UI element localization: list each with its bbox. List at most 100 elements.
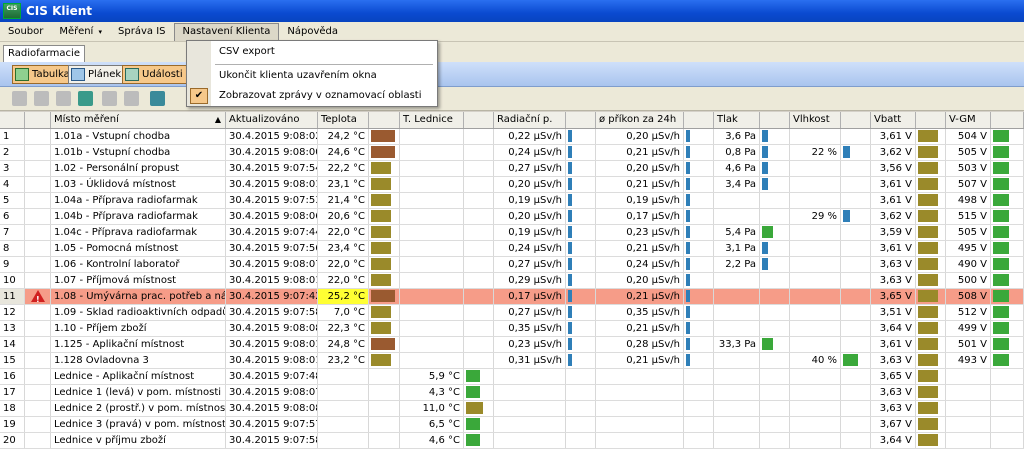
cell-vgm: 507 V [946, 177, 991, 192]
cell-dose-avg-bar [684, 337, 714, 352]
edit-icon[interactable] [34, 91, 49, 106]
table-row[interactable]: 16 Lednice - Aplikační místnost 30.4.2015 … [0, 369, 1024, 385]
menu-napoveda[interactable]: Nápověda [279, 23, 346, 41]
graph-icon[interactable] [150, 91, 165, 106]
table-row[interactable]: 19 Lednice 3 (pravá) v pom. místnosti 30.4… [0, 417, 1024, 433]
cell-vgm-bar [991, 337, 1024, 352]
header-t-lednice[interactable]: T. Lednice [400, 112, 464, 128]
menu-nastaveni-klienta[interactable]: Nastavení Klienta [173, 22, 280, 41]
header-teplota[interactable]: Teplota [318, 112, 369, 128]
cell-vbatt: 3,62 V [871, 209, 916, 224]
header-misto[interactable]: Místo měření ▲ [51, 112, 226, 128]
cell-dose-avg: 0,20 µSv/h [596, 129, 684, 144]
cell-fridge-temp-bar [464, 369, 494, 384]
cell-pressure-bar [760, 193, 790, 208]
forward-icon[interactable] [124, 91, 139, 106]
cell-vgm-bar [991, 241, 1024, 256]
cell-radiation-bar [566, 177, 596, 192]
add-icon[interactable] [12, 91, 27, 106]
cell-pressure [714, 369, 760, 384]
chevron-down-icon: ▾ [98, 27, 103, 36]
menuitem-zobrazovat-zpravy[interactable]: ✔ Zobrazovat zprávy v oznamovací oblasti [187, 86, 437, 106]
level-bar [371, 354, 391, 366]
cell-index: 18 [0, 401, 25, 416]
header-vbatt[interactable]: Vbatt [871, 112, 916, 128]
cell-fridge-temp-bar [464, 321, 494, 336]
table-row[interactable]: 13 1.10 - Příjem zboží 30.4.2015 9:08:08 22… [0, 321, 1024, 337]
cell-dose-avg-bar [684, 161, 714, 176]
menu-mereni[interactable]: Měření ▾ [51, 23, 110, 41]
view-planek-button[interactable]: Plánek [68, 65, 127, 84]
table-row[interactable]: 20 Lednice v příjmu zboží 30.4.2015 9:07:5… [0, 433, 1024, 449]
cell-place: 1.125 - Aplikační místnost [51, 337, 226, 352]
table-row[interactable]: 14 1.125 - Aplikační místnost 30.4.2015 9:… [0, 337, 1024, 353]
cell-temperature-bar [369, 193, 400, 208]
level-bar [371, 338, 395, 350]
table-row[interactable]: 12 1.09 - Sklad radioaktivních odpadů 30.4… [0, 305, 1024, 321]
delete-icon[interactable] [56, 91, 71, 106]
cell-fridge-temp [400, 193, 464, 208]
level-bar [843, 354, 858, 366]
header-aktualizovano[interactable]: Aktualizováno [226, 112, 318, 128]
cell-pressure-bar [760, 401, 790, 416]
header-tlak[interactable]: Tlak [714, 112, 760, 128]
cell-place: 1.01b - Vstupní chodba [51, 145, 226, 160]
table-row[interactable]: 8 1.05 - Pomocná místnost 30.4.2015 9:07:5… [0, 241, 1024, 257]
cell-vgm-bar [991, 273, 1024, 288]
level-bar [371, 210, 391, 222]
cell-dose-avg-bar [684, 321, 714, 336]
header-radiacni[interactable]: Radiační p. [494, 112, 566, 128]
table-row[interactable]: 11! 1.08 - Umývárna prac. potřeb a nást. 3… [0, 289, 1024, 305]
table-row[interactable]: 5 1.04a - Příprava radiofarmak 30.4.2015 9… [0, 193, 1024, 209]
header-vlhkost-bar [841, 112, 871, 128]
table-row[interactable]: 15 1.128 Ovladovna 3 30.4.2015 9:08:01 23,2… [0, 353, 1024, 369]
table-row[interactable]: 4 1.03 - Úklidová místnost 30.4.2015 9:08:… [0, 177, 1024, 193]
table-row[interactable]: 1 1.01a - Vstupní chodba 30.4.2015 9:08:02… [0, 129, 1024, 145]
cell-fridge-temp: 5,9 °C [400, 369, 464, 384]
menu-soubor[interactable]: Soubor [0, 23, 51, 41]
table-row[interactable]: 17 Lednice 1 (levá) v pom. místnosti 30.4.… [0, 385, 1024, 401]
cell-temperature [318, 369, 369, 384]
menuitem-csv-export[interactable]: CSV export [187, 42, 437, 62]
cell-alert [25, 161, 51, 176]
cell-temperature [318, 433, 369, 448]
table-row[interactable]: 10 1.07 - Příjmová místnost 30.4.2015 9:08… [0, 273, 1024, 289]
cell-radiation [494, 401, 566, 416]
cell-temperature: 22,0 °C [318, 257, 369, 272]
table-row[interactable]: 6 1.04b - Příprava radiofarmak 30.4.2015 9… [0, 209, 1024, 225]
tab-radiofarmacie[interactable]: Radiofarmacie [3, 45, 85, 62]
view-tabulka-button[interactable]: Tabulka [12, 65, 75, 84]
cell-radiation: 0,31 µSv/h [494, 353, 566, 368]
table-row[interactable]: 9 1.06 - Kontrolní laboratoř 30.4.2015 9:0… [0, 257, 1024, 273]
cell-vgm-bar [991, 433, 1024, 448]
cell-fridge-temp-bar [464, 305, 494, 320]
cell-radiation-bar [566, 433, 596, 448]
cell-humidity [790, 257, 841, 272]
refresh-icon[interactable] [78, 91, 93, 106]
table-row[interactable]: 7 1.04c - Příprava radiofarmak 30.4.2015 9… [0, 225, 1024, 241]
cell-pressure: 5,4 Pa [714, 225, 760, 240]
level-bar [918, 274, 938, 286]
header-vgm[interactable]: V-GM [946, 112, 991, 128]
level-bar [762, 226, 773, 238]
header-prikon[interactable]: ø příkon za 24h [596, 112, 684, 128]
cell-place: 1.03 - Úklidová místnost [51, 177, 226, 192]
cell-vbatt-bar [916, 305, 946, 320]
table-row[interactable]: 2 1.01b - Vstupní chodba 30.4.2015 9:08:00… [0, 145, 1024, 161]
cell-pressure-bar [760, 337, 790, 352]
cell-radiation [494, 369, 566, 384]
table-row[interactable]: 18 Lednice 2 (prostř.) v pom. místnosti 30… [0, 401, 1024, 417]
table-row[interactable]: 3 1.02 - Personální propust 30.4.2015 9:07… [0, 161, 1024, 177]
view-udalosti-button[interactable]: Události [122, 65, 188, 84]
menu-sprava-is[interactable]: Správa IS [110, 23, 173, 41]
cell-radiation-bar [566, 225, 596, 240]
menuitem-ukoncit-klienta[interactable]: Ukončit klienta uzavřením okna [187, 66, 437, 86]
level-bar [568, 210, 572, 222]
level-bar [568, 242, 572, 254]
header-vlhkost[interactable]: Vlhkost [790, 112, 841, 128]
back-icon[interactable] [102, 91, 117, 106]
cell-vgm: 503 V [946, 161, 991, 176]
level-bar [918, 306, 938, 318]
cell-place: 1.08 - Umývárna prac. potřeb a nást. [51, 289, 226, 304]
cell-dose-avg-bar [684, 385, 714, 400]
